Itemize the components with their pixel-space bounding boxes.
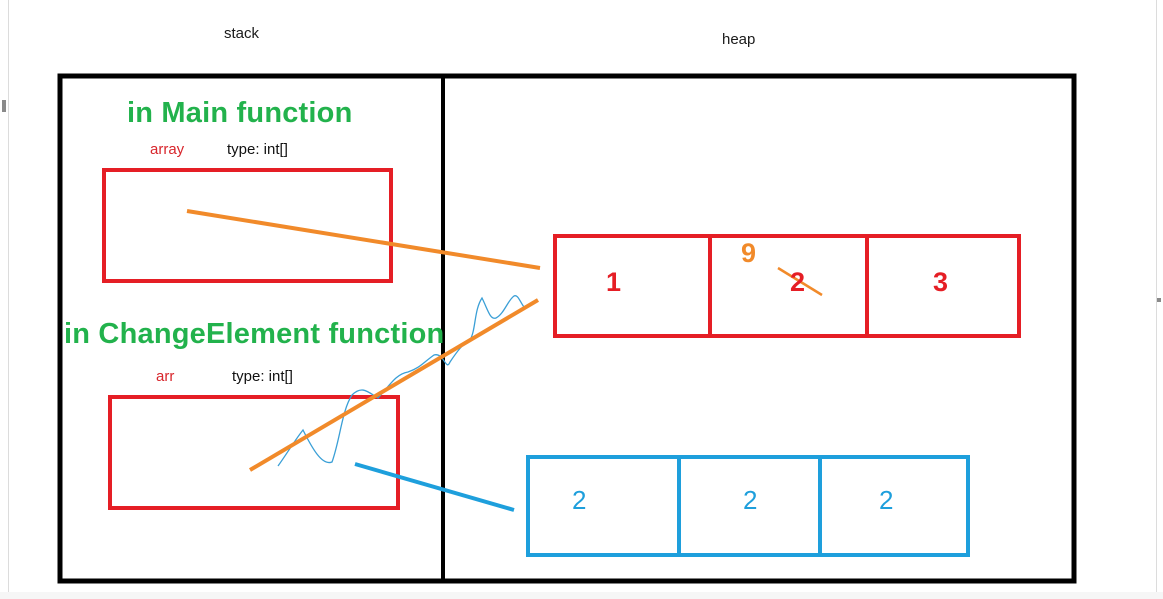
arr-variable-type: type: int[] (232, 368, 293, 385)
heap-label: heap (722, 31, 756, 48)
array-cell-value: 1 (606, 267, 622, 297)
array-cell-value: 3 (933, 267, 949, 297)
array-cell-value: 2 (572, 485, 587, 515)
array-reference-arrow (186, 209, 541, 270)
array-variable-name: array (150, 141, 185, 158)
array-cell-value: 2 (790, 267, 806, 297)
original-heap-array (553, 234, 1021, 338)
overwritten-value: 9 (741, 238, 757, 268)
array-cell-value: 2 (743, 485, 758, 515)
arr-reference-box (108, 395, 400, 510)
main-function-heading: in Main function (127, 97, 353, 129)
arr-variable-name: arr (156, 368, 175, 385)
array-variable-type: type: int[] (227, 141, 288, 158)
stack-label: stack (224, 25, 260, 42)
arr-new-reference-arrow (354, 462, 515, 512)
change-element-heading: in ChangeElement function (64, 318, 445, 350)
array-reference-box (102, 168, 393, 283)
array-cell-value: 2 (879, 485, 894, 515)
